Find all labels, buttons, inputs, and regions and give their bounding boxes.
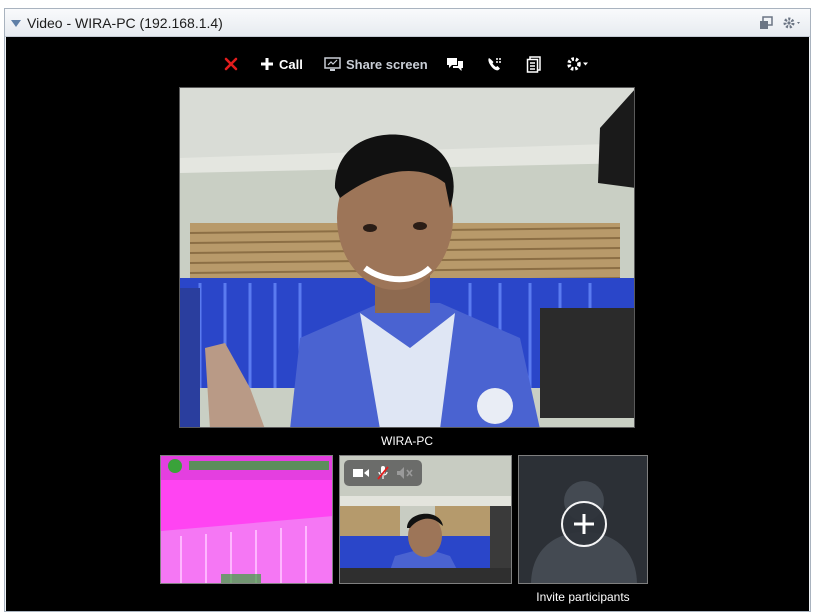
window-settings-icon[interactable]	[782, 15, 804, 31]
popout-icon[interactable]	[758, 15, 774, 31]
thumbnail-video-2[interactable]	[339, 455, 512, 584]
chat-bubbles-icon	[447, 58, 463, 71]
thumbnail-video-1[interactable]	[160, 455, 333, 584]
title-bar: Video - WIRA-PC (192.168.1.4)	[5, 9, 810, 37]
hangup-button[interactable]	[224, 53, 238, 75]
video-area: Call Share screen WIRA-PC Invite partici…	[6, 37, 809, 611]
plus-icon	[261, 58, 273, 70]
microphone-muted-icon[interactable]	[374, 465, 392, 481]
share-screen-label: Share screen	[346, 56, 428, 72]
call-button[interactable]: Call	[260, 53, 303, 75]
gear-icon	[567, 57, 588, 71]
media-controls	[344, 460, 422, 486]
details-button[interactable]	[526, 53, 542, 75]
invite-participants-tile[interactable]	[518, 455, 648, 584]
phone-dialpad-icon	[488, 57, 501, 70]
speaker-muted-icon[interactable]	[396, 465, 414, 481]
settings-button[interactable]	[566, 53, 592, 75]
dialpad-button[interactable]	[486, 53, 504, 75]
add-participant-icon	[519, 456, 647, 583]
chat-button[interactable]	[446, 53, 464, 75]
call-label: Call	[279, 56, 303, 72]
document-icon	[526, 55, 541, 73]
monitor-icon	[324, 56, 341, 71]
main-participant-name: WIRA-PC	[381, 434, 433, 448]
camera-icon[interactable]	[352, 465, 370, 481]
window-title: Video - WIRA-PC (192.168.1.4)	[27, 15, 223, 31]
video-window: Video - WIRA-PC (192.168.1.4) Call Share…	[4, 8, 811, 612]
invite-participants-label: Invite participants	[536, 590, 630, 604]
close-icon	[224, 57, 238, 71]
collapse-arrow-icon[interactable]	[11, 20, 21, 27]
share-screen-button[interactable]: Share screen	[324, 53, 428, 75]
call-toolbar: Call Share screen	[216, 53, 616, 75]
main-video-feed[interactable]	[179, 87, 635, 428]
